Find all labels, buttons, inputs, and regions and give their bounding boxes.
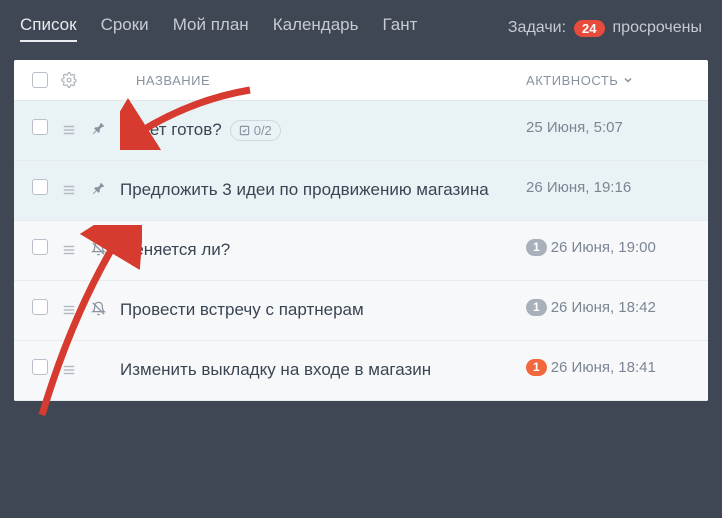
row-check-cell: [26, 359, 54, 375]
row-icon-cell: [84, 179, 112, 201]
select-all-checkbox[interactable]: [32, 72, 48, 88]
tab-3[interactable]: Календарь: [273, 15, 359, 42]
row-check-cell: [26, 179, 54, 195]
activity-count-badge: 1: [526, 299, 547, 316]
column-header-title[interactable]: НАЗВАНИЕ: [84, 73, 526, 88]
task-title[interactable]: Провести встречу с партнерам: [112, 299, 526, 322]
task-list-panel: НАЗВАНИЕ АКТИВНОСТЬ Отчет готов?0/225 Ию…: [14, 60, 708, 401]
bell-off-icon: [91, 301, 106, 321]
gear-icon: [61, 72, 77, 88]
table-row[interactable]: Изменить выкладку на входе в магазин1 26…: [14, 341, 708, 401]
row-icon-cell: [84, 119, 112, 141]
activity-cell: 1 26 Июня, 18:41: [526, 359, 696, 376]
overdue-count-badge: 24: [574, 20, 604, 37]
bell-off-icon: [91, 241, 106, 261]
row-check-cell: [26, 299, 54, 315]
drag-handle[interactable]: [54, 303, 84, 317]
table-header: НАЗВАНИЕ АКТИВНОСТЬ: [14, 60, 708, 101]
row-check-cell: [26, 119, 54, 135]
tab-2[interactable]: Мой план: [173, 15, 249, 42]
row-checkbox[interactable]: [32, 359, 48, 375]
top-bar: Список Сроки Мой план Календарь Гант Задачи:…: [0, 0, 722, 56]
task-title[interactable]: Меняется ли?: [112, 239, 526, 262]
activity-cell: 26 Июня, 19:16: [526, 179, 696, 196]
row-checkbox[interactable]: [32, 239, 48, 255]
drag-handle[interactable]: [54, 363, 84, 377]
activity-cell: 25 Июня, 5:07: [526, 119, 696, 136]
activity-count-badge: 1: [526, 239, 547, 256]
subtask-pill[interactable]: 0/2: [230, 120, 281, 142]
row-checkbox[interactable]: [32, 179, 48, 195]
chevron-down-icon: [622, 74, 634, 86]
column-header-activity[interactable]: АКТИВНОСТЬ: [526, 73, 696, 88]
drag-handle[interactable]: [54, 183, 84, 197]
tab-1[interactable]: Сроки: [101, 15, 149, 42]
activity-cell: 1 26 Июня, 18:42: [526, 299, 696, 316]
drag-handle[interactable]: [54, 243, 84, 257]
task-title[interactable]: Предложить 3 идеи по продвижению магазин…: [112, 179, 526, 202]
table-row[interactable]: Предложить 3 идеи по продвижению магазин…: [14, 161, 708, 221]
select-all-column: [26, 72, 54, 88]
row-checkbox[interactable]: [32, 119, 48, 135]
row-checkbox[interactable]: [32, 299, 48, 315]
row-check-cell: [26, 239, 54, 255]
settings-column[interactable]: [54, 72, 84, 88]
drag-handle[interactable]: [54, 123, 84, 137]
tab-0[interactable]: Список: [20, 15, 77, 42]
task-title[interactable]: Изменить выкладку на входе в магазин: [112, 359, 526, 382]
row-icon-cell: [84, 239, 112, 261]
table-row[interactable]: Провести встречу с партнерам1 26 Июня, 1…: [14, 281, 708, 341]
tasks-status: Задачи: 24 просрочены: [508, 19, 702, 37]
pin-icon: [91, 181, 106, 201]
tab-4[interactable]: Гант: [383, 15, 418, 42]
pin-icon: [91, 121, 106, 141]
activity-count-badge: 1: [526, 359, 547, 376]
task-title[interactable]: Отчет готов?0/2: [112, 119, 526, 142]
table-row[interactable]: Отчет готов?0/225 Июня, 5:07: [14, 101, 708, 161]
tasks-status-prefix: Задачи:: [508, 19, 566, 37]
row-icon-cell: [84, 299, 112, 321]
table-row[interactable]: Меняется ли?1 26 Июня, 19:00: [14, 221, 708, 281]
view-tabs: Список Сроки Мой план Календарь Гант: [20, 15, 417, 42]
tasks-status-suffix: просрочены: [613, 19, 702, 37]
row-icon-cell: [84, 359, 112, 361]
activity-cell: 1 26 Июня, 19:00: [526, 239, 696, 256]
